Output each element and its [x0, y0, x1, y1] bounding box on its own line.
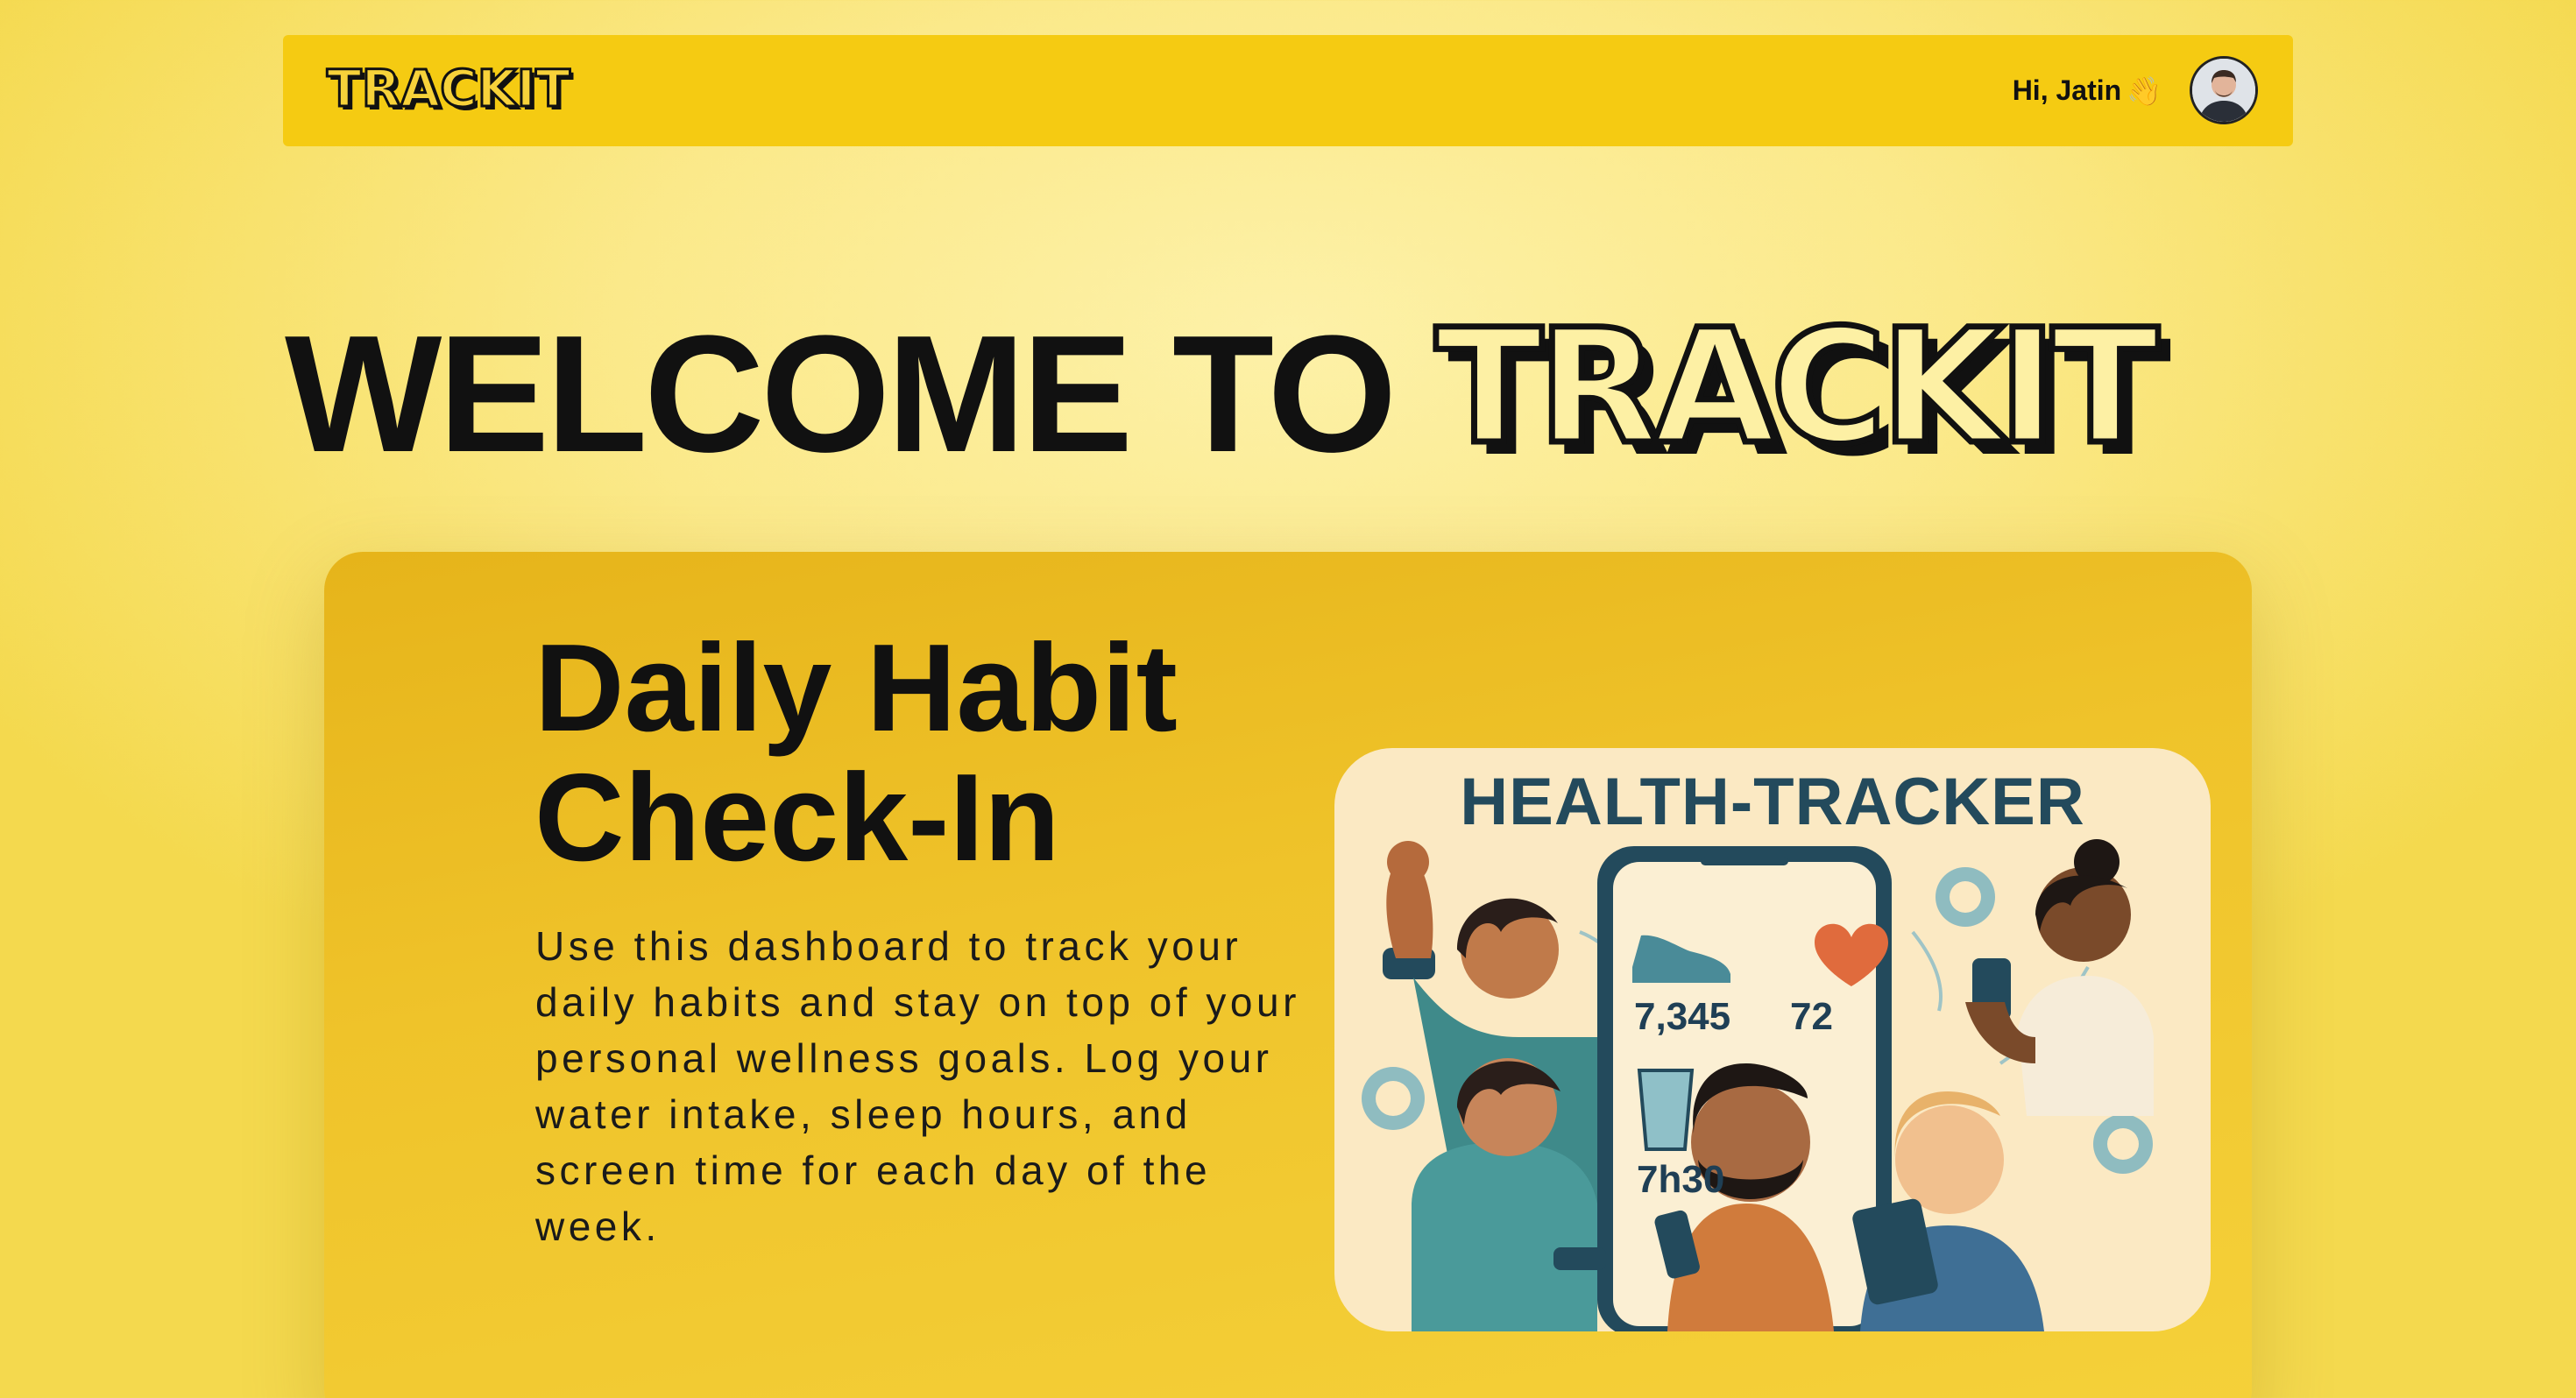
card-description: Use this dashboard to track your daily h…	[535, 923, 1300, 1249]
user-greeting: Hi, Jatin 👋	[2013, 35, 2162, 146]
health-tracker-illustration: HEALTH-TRACKER 7,345 72 7h30	[1334, 748, 2211, 1331]
illustration-title: HEALTH-TRACKER	[1460, 765, 2085, 839]
waving-hand-icon: 👋	[2127, 74, 2162, 107]
sleep-value: 7h30	[1637, 1158, 1725, 1201]
hero-prefix: WELCOME TO	[285, 301, 1397, 487]
hero-heading: WELCOME TO TRACKIT TRACKIT	[285, 311, 2269, 477]
hero-brand: TRACKIT TRACKIT	[1428, 315, 2269, 473]
card-title: Daily Habit Check-In	[534, 618, 1178, 887]
trackit-logo[interactable]: TRACKIT TRACKIT	[325, 61, 623, 119]
logo-text: TRACKIT	[327, 61, 570, 118]
navbar: TRACKIT TRACKIT Hi, Jatin 👋	[283, 35, 2293, 146]
avatar[interactable]	[2190, 56, 2258, 124]
heart-rate-value: 72	[1790, 995, 1833, 1038]
steps-value: 7,345	[1634, 995, 1731, 1038]
greeting-text: Hi, Jatin	[2012, 74, 2122, 106]
hero-brand-text: TRACKIT	[1435, 315, 2158, 473]
user-avatar-icon	[2192, 59, 2255, 122]
